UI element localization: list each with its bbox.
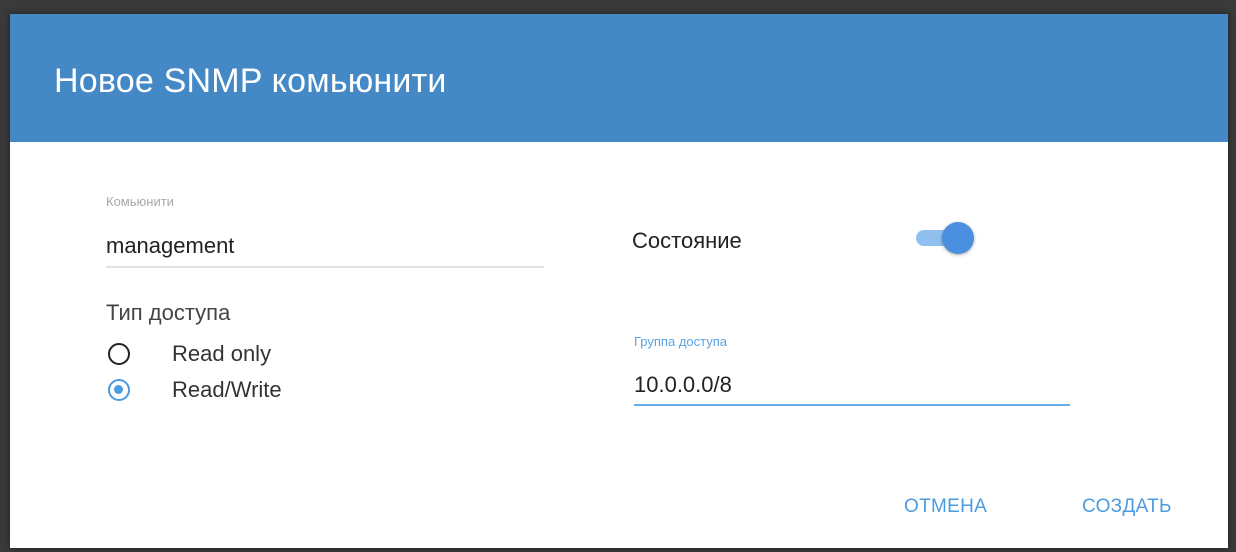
- access-group-input[interactable]: [634, 366, 1070, 406]
- radio-read-only-circle[interactable]: [108, 343, 130, 365]
- snmp-community-dialog: Новое SNMP комьюнити Комьюнити Тип досту…: [10, 14, 1228, 548]
- radio-read-only-label: Read only: [172, 341, 272, 366]
- community-input[interactable]: [106, 226, 544, 268]
- create-button[interactable]: СОЗДАТЬ: [1076, 492, 1178, 522]
- radio-read-write[interactable]: Read/Write: [108, 372, 282, 408]
- state-toggle[interactable]: [914, 220, 974, 256]
- access-type-label: Тип доступа: [106, 300, 231, 325]
- state-label: Состояние: [632, 228, 742, 253]
- radio-read-write-circle[interactable]: [108, 379, 130, 401]
- dialog-title: Новое SNMP комьюнити: [54, 62, 447, 100]
- radio-read-write-label: Read/Write: [172, 377, 282, 402]
- access-group-label: Группа доступа: [634, 334, 727, 349]
- dialog-header: Новое SNMP комьюнити: [10, 14, 1228, 142]
- community-label: Комьюнити: [106, 194, 174, 209]
- cancel-button[interactable]: ОТМЕНА: [898, 492, 993, 522]
- radio-read-only[interactable]: Read only: [108, 336, 271, 372]
- toggle-thumb[interactable]: [942, 222, 974, 254]
